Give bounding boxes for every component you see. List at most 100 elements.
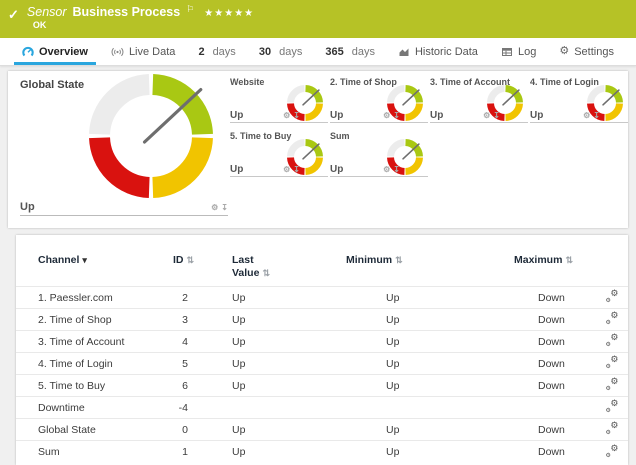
channel-status-value: Up xyxy=(230,110,243,121)
tab-settings[interactable]: ⚙ Settings xyxy=(551,38,622,65)
channel-name-cell[interactable]: Global State xyxy=(16,419,166,441)
priority-stars[interactable]: ★★★★★ xyxy=(204,8,254,19)
gear-icon[interactable]: ⚙ xyxy=(383,111,390,120)
tab-30-days[interactable]: 30days xyxy=(251,38,311,65)
minimum-cell: Up xyxy=(336,331,486,353)
channel-settings-icon[interactable]: ⚙⚙ xyxy=(606,400,619,412)
channel-gauge-cell[interactable]: 4. Time of Login Up ⚙↧ xyxy=(528,73,628,127)
gear-icon[interactable]: ⚙ xyxy=(211,203,218,212)
channel-gauge-cell[interactable]: 2. Time of Shop Up ⚙↧ xyxy=(328,73,428,127)
sensor-status-header: ✓ Sensor Business Process ⚐ ★★★★★ OK xyxy=(0,0,636,38)
channel-gauge-cell[interactable]: Website Up ⚙↧ xyxy=(228,73,328,127)
download-icon[interactable]: ↧ xyxy=(293,165,300,174)
column-header-minimum[interactable]: Minimum⇅ xyxy=(336,251,486,287)
gear-icon[interactable]: ⚙ xyxy=(383,165,390,174)
channel-settings-icon[interactable]: ⚙⚙ xyxy=(606,356,619,368)
channel-settings-icon[interactable]: ⚙⚙ xyxy=(606,422,619,434)
channel-settings-cell: ⚙⚙ xyxy=(596,375,628,397)
download-icon[interactable]: ↧ xyxy=(221,203,228,212)
maximum-cell: Down xyxy=(486,309,596,331)
maximum-cell: Down xyxy=(486,419,596,441)
table-row[interactable]: 3. Time of Account 4 Up Up Down ⚙⚙ xyxy=(16,331,628,353)
maximum-cell: Down xyxy=(486,331,596,353)
channel-name-cell[interactable]: 1. Paessler.com xyxy=(16,287,166,309)
channel-settings-cell: ⚙⚙ xyxy=(596,353,628,375)
tab-365-days[interactable]: 365days xyxy=(317,38,383,65)
channel-settings-icon[interactable]: ⚙⚙ xyxy=(606,312,619,324)
gear-icon[interactable]: ⚙ xyxy=(283,111,290,120)
global-state-gauge[interactable] xyxy=(88,73,214,199)
channel-name-cell[interactable]: 2. Time of Shop xyxy=(16,309,166,331)
download-icon[interactable]: ↧ xyxy=(593,111,600,120)
last-value-cell: Up xyxy=(206,441,336,463)
column-header-id[interactable]: ID⇅ xyxy=(166,251,206,287)
channel-id-cell: 5 xyxy=(166,353,206,375)
gear-icon[interactable]: ⚙ xyxy=(583,111,590,120)
gear-icon[interactable]: ⚙ xyxy=(283,165,290,174)
channel-settings-icon[interactable]: ⚙⚙ xyxy=(606,445,619,457)
channel-gauge-footer: Up ⚙↧ xyxy=(530,110,628,123)
channel-settings-icon[interactable]: ⚙⚙ xyxy=(606,378,619,390)
table-header-row: Channel▾ ID⇅ Last Value⇅ Minimum⇅ Maximu… xyxy=(16,251,628,287)
last-value-cell xyxy=(206,397,336,419)
table-row[interactable]: 4. Time of Login 5 Up Up Down ⚙⚙ xyxy=(16,353,628,375)
channel-status-value: Up xyxy=(330,110,343,121)
channel-gauge-footer: Up ⚙↧ xyxy=(230,164,328,177)
channel-settings-icon[interactable]: ⚙⚙ xyxy=(606,290,619,302)
channel-gauge-cell[interactable]: Sum Up ⚙↧ xyxy=(328,127,428,181)
table-row[interactable]: 5. Time to Buy 6 Up Up Down ⚙⚙ xyxy=(16,375,628,397)
sensor-title: Business Process xyxy=(73,5,181,19)
table-row[interactable]: Global State 0 Up Up Down ⚙⚙ xyxy=(16,419,628,441)
table-row[interactable]: Downtime -4 ⚙⚙ xyxy=(16,397,628,419)
gear-icon[interactable]: ⚙ xyxy=(483,111,490,120)
channel-settings-cell: ⚙⚙ xyxy=(596,287,628,309)
channel-name-cell[interactable]: 5. Time to Buy xyxy=(16,375,166,397)
download-icon[interactable]: ↧ xyxy=(493,111,500,120)
gauges-panel: Global State Up ⚙↧ Website Up ⚙↧ 2. Time… xyxy=(8,71,628,228)
channel-name-cell[interactable]: 4. Time of Login xyxy=(16,353,166,375)
download-icon[interactable]: ↧ xyxy=(393,165,400,174)
last-value-cell: Up xyxy=(206,419,336,441)
sort-icon: ⇅ xyxy=(262,268,270,278)
channel-gauge-cell[interactable]: 3. Time of Account Up ⚙↧ xyxy=(428,73,528,127)
table-row[interactable]: Sum 1 Up Up Down ⚙⚙ xyxy=(16,441,628,463)
tab-live-data[interactable]: Live Data xyxy=(103,38,183,65)
column-header-settings xyxy=(596,251,628,287)
channel-id-cell: 1 xyxy=(166,441,206,463)
object-kind-label: Sensor xyxy=(27,5,67,19)
download-icon[interactable]: ↧ xyxy=(393,111,400,120)
tab-historic-data[interactable]: Historic Data xyxy=(390,38,486,65)
channel-settings-cell: ⚙⚙ xyxy=(596,309,628,331)
log-table-icon xyxy=(501,46,513,58)
tab-label: Historic Data xyxy=(415,46,478,58)
tab-overview[interactable]: Overview xyxy=(14,38,96,65)
tab-2-days[interactable]: 2days xyxy=(190,38,243,65)
last-value-cell: Up xyxy=(206,331,336,353)
table-row[interactable]: 2. Time of Shop 3 Up Up Down ⚙⚙ xyxy=(16,309,628,331)
table-row[interactable]: 1. Paessler.com 2 Up Up Down ⚙⚙ xyxy=(16,287,628,309)
channel-name-cell[interactable]: 3. Time of Account xyxy=(16,331,166,353)
column-header-channel[interactable]: Channel▾ xyxy=(16,251,166,287)
column-header-last-value[interactable]: Last Value⇅ xyxy=(206,251,336,287)
channel-settings-icon[interactable]: ⚙⚙ xyxy=(606,334,619,346)
minimum-cell: Up xyxy=(336,441,486,463)
sensor-status-text: OK xyxy=(33,20,254,30)
channel-settings-cell: ⚙⚙ xyxy=(596,331,628,353)
tab-label-unit: days xyxy=(279,46,302,58)
last-value-cell: Up xyxy=(206,287,336,309)
tab-label: 2 xyxy=(198,46,204,58)
column-header-maximum[interactable]: Maximum⇅ xyxy=(486,251,596,287)
global-gauge-title: Global State xyxy=(20,79,84,91)
channel-id-cell: -4 xyxy=(166,397,206,419)
channel-id-cell: 6 xyxy=(166,375,206,397)
tab-log[interactable]: Log xyxy=(493,38,544,65)
channel-gauge-cell[interactable]: 5. Time to Buy Up ⚙↧ xyxy=(228,127,328,181)
maximum-cell: Down xyxy=(486,375,596,397)
channel-gauge-footer: Up ⚙↧ xyxy=(430,110,528,123)
download-icon[interactable]: ↧ xyxy=(293,111,300,120)
channel-name-cell[interactable]: Sum xyxy=(16,441,166,463)
maximum-cell: Down xyxy=(486,287,596,309)
last-value-cell: Up xyxy=(206,375,336,397)
channel-name-cell[interactable]: Downtime xyxy=(16,397,166,419)
tab-label: Overview xyxy=(39,46,88,58)
